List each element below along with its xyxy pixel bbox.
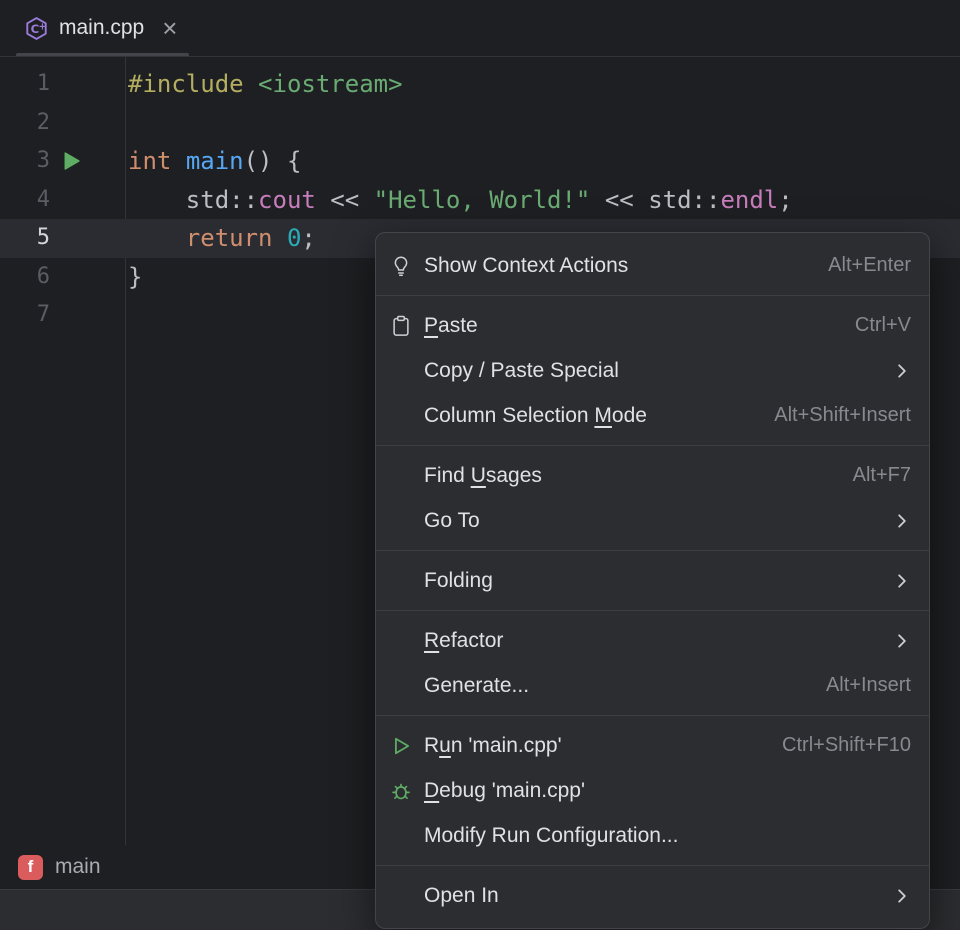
- code-text: }: [126, 258, 142, 297]
- menu-item-show-context-actions[interactable]: Show Context Actions Alt+Enter: [376, 243, 929, 288]
- tab-close-icon[interactable]: ×: [162, 15, 177, 41]
- editor-context-menu: Show Context Actions Alt+Enter Paste Ctrl+V…: [375, 232, 930, 929]
- menu-item-shortcut: Alt+Insert: [806, 674, 911, 697]
- menu-item-label: Show Context Actions: [424, 254, 628, 278]
- breadcrumb: fmain: [18, 855, 101, 880]
- menu-item-folding[interactable]: Folding: [376, 558, 929, 603]
- menu-item-shortcut: Alt+Enter: [808, 254, 911, 277]
- menu-item-label: Go To: [424, 509, 480, 533]
- code-text: int main() {: [126, 142, 301, 181]
- menu-item-run-main-cpp[interactable]: Run 'main.cpp' Ctrl+Shift+F10: [376, 723, 929, 768]
- cpp-file-icon: C+: [24, 16, 49, 41]
- menu-item-column-selection-mode[interactable]: Column Selection Mode Alt+Shift+Insert: [376, 393, 929, 438]
- chevron-right-icon: [873, 632, 911, 650]
- menu-separator: [376, 865, 929, 866]
- line-number[interactable]: 2: [0, 104, 50, 143]
- code-text: #include <iostream>: [126, 65, 403, 104]
- menu-separator: [376, 295, 929, 296]
- run-gutter-icon[interactable]: [60, 150, 82, 177]
- line-number[interactable]: 7: [0, 296, 50, 335]
- tab-main-cpp[interactable]: C+ main.cpp ×: [14, 0, 191, 56]
- editor-line-1[interactable]: 1 #include <iostream>: [0, 65, 960, 104]
- menu-item-refactor[interactable]: Refactor: [376, 618, 929, 663]
- chevron-right-icon: [873, 362, 911, 380]
- menu-item-label: Generate...: [424, 674, 529, 698]
- run-icon: [390, 735, 424, 757]
- line-number[interactable]: 4: [0, 181, 50, 220]
- menu-item-shortcut: Alt+Shift+Insert: [754, 404, 911, 427]
- menu-item-modify-run-configuration[interactable]: Modify Run Configuration...: [376, 813, 929, 858]
- menu-item-generate[interactable]: Generate... Alt+Insert: [376, 663, 929, 708]
- editor-line-2[interactable]: 2: [0, 104, 960, 143]
- line-number[interactable]: 3: [0, 142, 50, 181]
- editor-tab-bar: C+ main.cpp ×: [0, 0, 960, 57]
- breadcrumb-item[interactable]: fmain: [18, 855, 101, 880]
- menu-item-debug-main-cpp[interactable]: Debug 'main.cpp': [376, 768, 929, 813]
- menu-item-shortcut: Ctrl+V: [835, 314, 911, 337]
- menu-item-find-usages[interactable]: Find Usages Alt+F7: [376, 453, 929, 498]
- menu-item-label: Refactor: [424, 629, 503, 653]
- code-text: std::cout << "Hello, World!" << std::end…: [126, 181, 793, 220]
- line-number[interactable]: 1: [0, 65, 50, 104]
- tab-title: main.cpp: [59, 16, 144, 40]
- debug-icon: [390, 780, 424, 802]
- menu-separator: [376, 445, 929, 446]
- menu-item-label: Debug 'main.cpp': [424, 779, 585, 803]
- line-number[interactable]: 5: [0, 219, 50, 258]
- svg-text:+: +: [39, 21, 47, 32]
- chevron-right-icon: [873, 512, 911, 530]
- menu-item-label: Folding: [424, 569, 493, 593]
- menu-item-label: Paste: [424, 314, 478, 338]
- menu-item-label: Find Usages: [424, 464, 542, 488]
- breadcrumb-label: main: [55, 855, 101, 879]
- menu-item-go-to[interactable]: Go To: [376, 498, 929, 543]
- menu-item-shortcut: Alt+F7: [833, 464, 911, 487]
- chevron-right-icon: [873, 572, 911, 590]
- menu-separator: [376, 610, 929, 611]
- menu-item-open-in[interactable]: Open In: [376, 873, 929, 918]
- line-number[interactable]: 6: [0, 258, 50, 297]
- menu-item-label: Copy / Paste Special: [424, 359, 619, 383]
- chevron-right-icon: [873, 887, 911, 905]
- menu-item-copy-paste-special[interactable]: Copy / Paste Special: [376, 348, 929, 393]
- ide-window: C+ main.cpp × 1 #include <iostream> 23 int …: [0, 0, 960, 930]
- menu-item-label: Run 'main.cpp': [424, 734, 562, 758]
- paste-icon: [390, 315, 424, 337]
- menu-item-label: Modify Run Configuration...: [424, 824, 678, 848]
- menu-item-label: Column Selection Mode: [424, 404, 647, 428]
- menu-separator: [376, 715, 929, 716]
- menu-item-label: Open In: [424, 884, 499, 908]
- menu-item-shortcut: Ctrl+Shift+F10: [762, 734, 911, 757]
- function-icon: f: [18, 855, 43, 880]
- editor-line-3[interactable]: 3 int main() {: [0, 142, 960, 181]
- menu-separator: [376, 550, 929, 551]
- lightbulb-icon: [390, 255, 424, 277]
- code-text: return 0;: [126, 219, 316, 258]
- menu-item-paste[interactable]: Paste Ctrl+V: [376, 303, 929, 348]
- editor-line-4[interactable]: 4 std::cout << "Hello, World!" << std::e…: [0, 181, 960, 220]
